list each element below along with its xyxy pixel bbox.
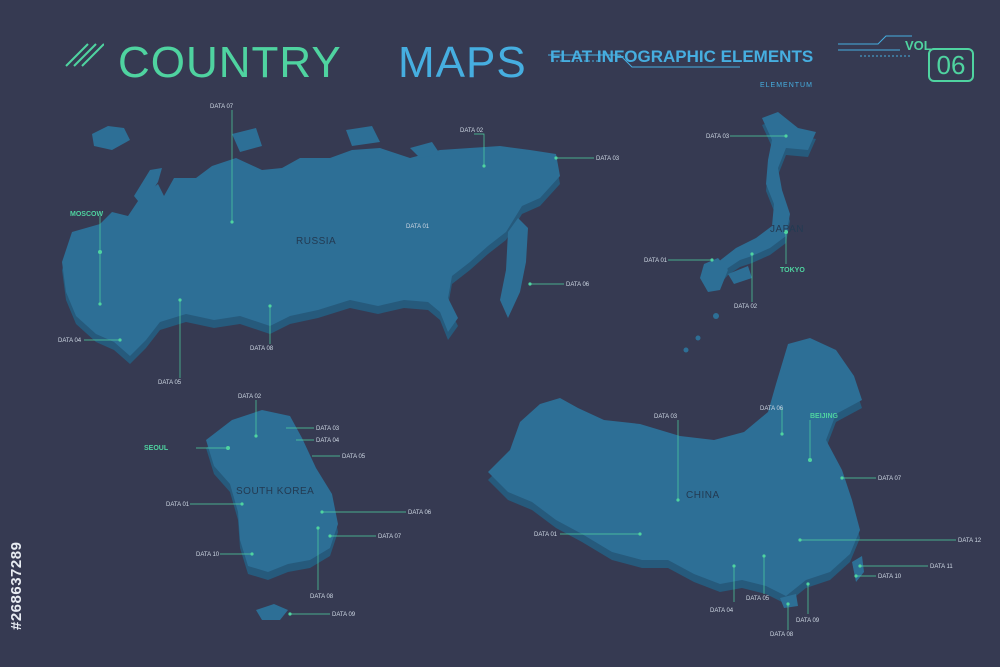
korea-label: DATA 09 xyxy=(332,612,356,618)
country-name-china: CHINA xyxy=(686,490,720,501)
korea-label: DATA 08 xyxy=(310,594,334,600)
japan-island-1 xyxy=(713,313,719,319)
korea-label: DATA 01 xyxy=(166,502,190,508)
china-map xyxy=(488,338,864,608)
russia-label: DATA 01 xyxy=(406,224,430,230)
russia-label: DATA 05 xyxy=(158,380,182,386)
russia-label: DATA 06 xyxy=(566,282,590,288)
header-decoration xyxy=(548,35,912,68)
china-label: DATA 01 xyxy=(534,532,558,538)
japan-label: DATA 02 xyxy=(734,304,758,310)
country-name-japan: JAPAN xyxy=(770,224,804,235)
china-label: DATA 11 xyxy=(930,564,953,570)
japan-island-3 xyxy=(683,347,689,353)
russia-label: DATA 03 xyxy=(596,156,620,162)
china-label: DATA 12 xyxy=(958,538,982,544)
russia-label: DATA 07 xyxy=(210,104,234,110)
city-seoul: SEOUL xyxy=(144,445,169,452)
watermark-id: #268637289 xyxy=(6,430,28,630)
china-land xyxy=(488,338,862,596)
china-label: DATA 10 xyxy=(878,574,902,580)
china-label: DATA 03 xyxy=(654,414,678,420)
russia-label: DATA 08 xyxy=(250,346,274,352)
country-name-south-korea: SOUTH KOREA xyxy=(236,486,314,497)
china-label: DATA 08 xyxy=(770,632,794,638)
city-tokyo: TOKYO xyxy=(780,267,805,274)
city-beijing: BEIJING xyxy=(810,413,839,420)
korea-label: DATA 05 xyxy=(342,454,366,460)
maps-layer: RUSSIA JAPAN SOUTH KOREA CHINA MOSCOW TO… xyxy=(58,35,982,638)
russia-island-north3 xyxy=(346,126,380,146)
jeju-island xyxy=(256,604,288,620)
korea-label: DATA 06 xyxy=(408,510,432,516)
city-moscow: MOSCOW xyxy=(70,211,103,218)
korea-label: DATA 04 xyxy=(316,438,340,444)
japan-island-2 xyxy=(695,335,701,341)
korea-label: DATA 03 xyxy=(316,426,340,432)
china-label: DATA 04 xyxy=(710,608,734,614)
china-label: DATA 05 xyxy=(746,596,770,602)
china-label: DATA 07 xyxy=(878,476,902,482)
korea-label: DATA 07 xyxy=(378,534,402,540)
watermark-text: #268637289 xyxy=(8,541,25,630)
japan-label: DATA 03 xyxy=(706,134,730,140)
country-name-russia: RUSSIA xyxy=(296,236,336,247)
china-label: DATA 09 xyxy=(796,618,820,624)
japan-label: DATA 01 xyxy=(644,258,668,264)
korea-label: DATA 10 xyxy=(196,552,220,558)
korea-label: DATA 02 xyxy=(238,394,262,400)
russia-label: DATA 04 xyxy=(58,338,82,344)
russia-island-north2 xyxy=(232,128,262,152)
infographic-canvas: COUNTRY MAPS FLAT INFOGRAPHIC ELEMENTS V… xyxy=(0,0,1000,667)
russia-island-north xyxy=(92,126,130,150)
china-label: DATA 06 xyxy=(760,406,784,412)
russia-label: DATA 02 xyxy=(460,128,484,134)
taiwan-island xyxy=(852,556,864,582)
